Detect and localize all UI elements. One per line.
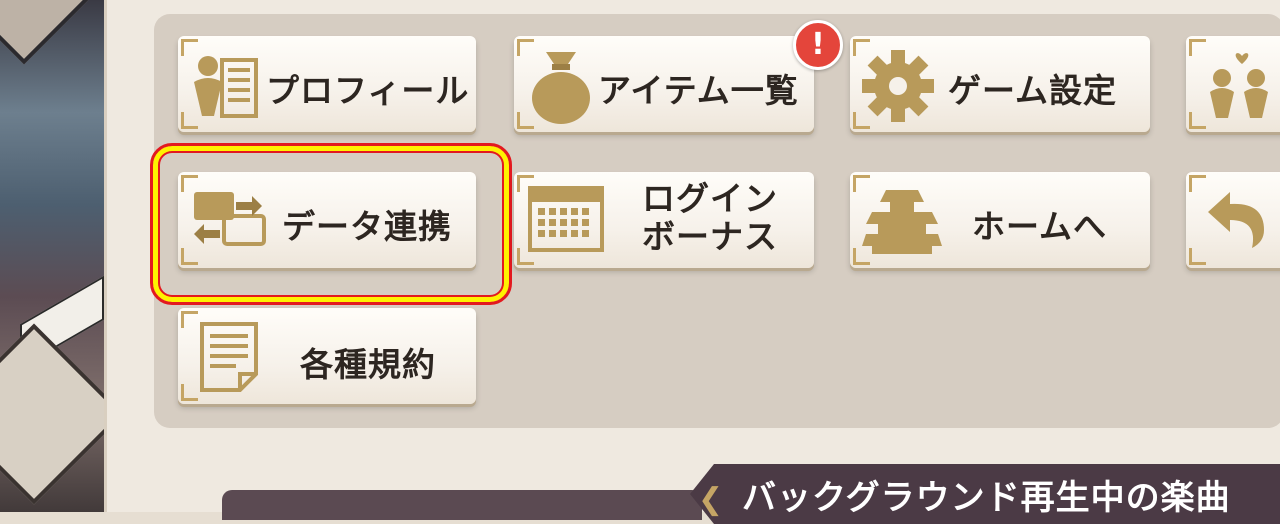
music-panel [222, 490, 702, 520]
item-list-label: アイテム一覧 [598, 71, 799, 110]
profile-icon [194, 56, 258, 118]
login-bonus-label-line1: ログイン [642, 179, 778, 218]
item-list-button[interactable]: アイテム一覧 [514, 36, 814, 132]
background-shard [0, 0, 104, 65]
calendar-icon [528, 186, 604, 252]
data-link-label: データ連携 [282, 207, 452, 246]
login-bonus-label: ログイン ボーナス [622, 180, 798, 256]
back-arrow-icon [1208, 192, 1264, 248]
gear-icon [862, 50, 934, 122]
game-background [0, 0, 104, 512]
people-icon [1210, 53, 1268, 118]
game-settings-button[interactable]: ゲーム設定 [850, 36, 1150, 132]
back-button[interactable] [1186, 172, 1280, 268]
home-button[interactable]: ホームへ [850, 172, 1150, 268]
profile-label: プロフィール [266, 71, 470, 110]
notification-badge: ! [793, 20, 843, 70]
castle-icon [862, 190, 942, 254]
game-settings-label: ゲーム設定 [948, 71, 1118, 110]
login-bonus-button[interactable]: ログイン ボーナス [514, 172, 814, 268]
document-icon [200, 322, 258, 392]
friends-button[interactable] [1186, 36, 1280, 132]
login-bonus-label-line2: ボーナス [642, 217, 778, 256]
bag-icon [532, 52, 590, 124]
data-link-button[interactable]: データ連携 [178, 172, 476, 268]
home-label: ホームへ [972, 207, 1108, 246]
terms-label: 各種規約 [300, 345, 436, 384]
profile-button[interactable]: プロフィール [178, 36, 476, 132]
terms-button[interactable]: 各種規約 [178, 308, 476, 404]
background-shard [0, 323, 104, 505]
transfer-icon [194, 192, 266, 246]
